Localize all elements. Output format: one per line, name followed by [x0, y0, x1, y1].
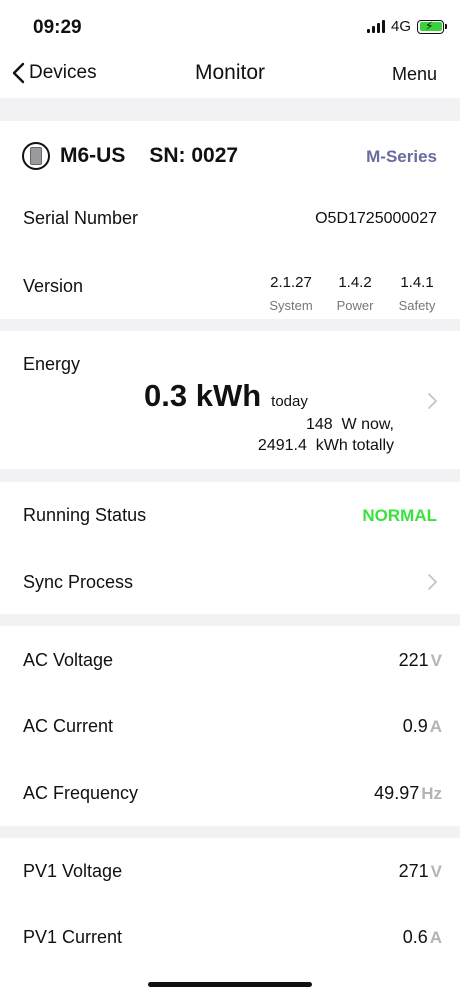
- ac-frequency-reading: 49.97 Hz: [374, 783, 442, 804]
- serial-number-label: Serial Number: [23, 208, 139, 228]
- pv1-current-unit: A: [429, 928, 442, 947]
- energy-now: 148 W now,: [305, 416, 394, 433]
- energy-today-value: 0.3 kWh: [144, 378, 262, 413]
- pv-card: PV1 Voltage 271 V PV1 Current 0.6 A: [0, 838, 460, 996]
- energy-card[interactable]: Energy 0.3 kWh today 148 W now, 2491.4 k…: [0, 331, 460, 469]
- version-system-label: System: [269, 298, 313, 313]
- version-label: Version: [23, 276, 84, 296]
- pv1-current-reading: 0.6 A: [403, 927, 442, 948]
- ac-voltage-label: AC Voltage: [23, 650, 114, 670]
- home-indicator[interactable]: [148, 982, 312, 987]
- energy-total: 2491.4 kWh totally: [257, 437, 394, 454]
- energy-label: Energy: [23, 354, 81, 374]
- pv1-voltage-label: PV1 Voltage: [23, 861, 123, 881]
- device-card: M6-US SN: 0027 M-Series Serial Number O5…: [0, 121, 460, 319]
- pv1-current-value: 0.6: [402, 927, 428, 947]
- version-safety: 1.4.1 Safety: [393, 274, 441, 313]
- status-bar: 09:29 4G ⚡: [0, 0, 460, 50]
- ac-current-reading: 0.9 A: [403, 716, 442, 737]
- chevron-right-icon: [428, 574, 437, 590]
- version-safety-value: 1.4.1: [400, 274, 434, 291]
- ac-voltage-reading: 221 V: [399, 650, 442, 671]
- ac-voltage-unit: V: [430, 651, 442, 670]
- battery-charging-icon: ⚡: [417, 19, 447, 34]
- status-indicators: 4G ⚡: [366, 18, 447, 35]
- ac-voltage-value: 221: [398, 650, 429, 670]
- ac-frequency-unit: Hz: [421, 784, 442, 803]
- ac-card: AC Voltage 221 V AC Current 0.9 A AC Fre…: [0, 626, 460, 826]
- ac-current-label: AC Current: [23, 716, 114, 736]
- network-label: 4G: [390, 18, 411, 35]
- chevron-right-icon: [428, 393, 437, 409]
- navigation-bar: Devices Monitor Menu: [0, 50, 460, 98]
- running-status-badge: NORMAL: [362, 506, 437, 525]
- version-power-label: Power: [336, 298, 374, 313]
- pv1-voltage-reading: 271 V: [399, 861, 442, 882]
- device-header: M6-US SN: 0027: [22, 142, 238, 170]
- status-time: 09:29: [33, 17, 82, 38]
- ac-current-value: 0.9: [402, 716, 428, 736]
- sync-process-row[interactable]: Sync Process: [0, 552, 460, 612]
- sync-process-label: Sync Process: [23, 572, 134, 592]
- pv1-current-label: PV1 Current: [23, 927, 123, 947]
- device-model: M6-US: [60, 144, 126, 167]
- pv1-voltage-value: 271: [398, 861, 429, 881]
- running-status-label: Running Status: [23, 505, 147, 525]
- version-power-value: 1.4.2: [338, 274, 372, 291]
- device-icon: [22, 142, 50, 170]
- running-card: Running Status NORMAL Sync Process: [0, 482, 460, 614]
- device-sn: SN: 0027: [149, 144, 239, 167]
- energy-today: 0.3 kWh today: [144, 378, 308, 414]
- ac-current-unit: A: [429, 717, 442, 736]
- energy-today-suffix: today: [271, 393, 308, 410]
- serial-number-value: O5D1725000027: [315, 210, 437, 227]
- menu-button[interactable]: Menu: [392, 64, 437, 85]
- version-system: 2.1.27 System: [263, 274, 319, 313]
- version-system-value: 2.1.27: [270, 274, 312, 291]
- version-power: 1.4.2 Power: [331, 274, 379, 313]
- ac-frequency-label: AC Frequency: [23, 783, 139, 803]
- ac-frequency-value: 49.97: [374, 783, 420, 803]
- device-series-link[interactable]: M-Series: [366, 147, 437, 167]
- signal-icon: [366, 20, 385, 33]
- version-safety-label: Safety: [398, 298, 436, 313]
- pv1-voltage-unit: V: [430, 862, 442, 881]
